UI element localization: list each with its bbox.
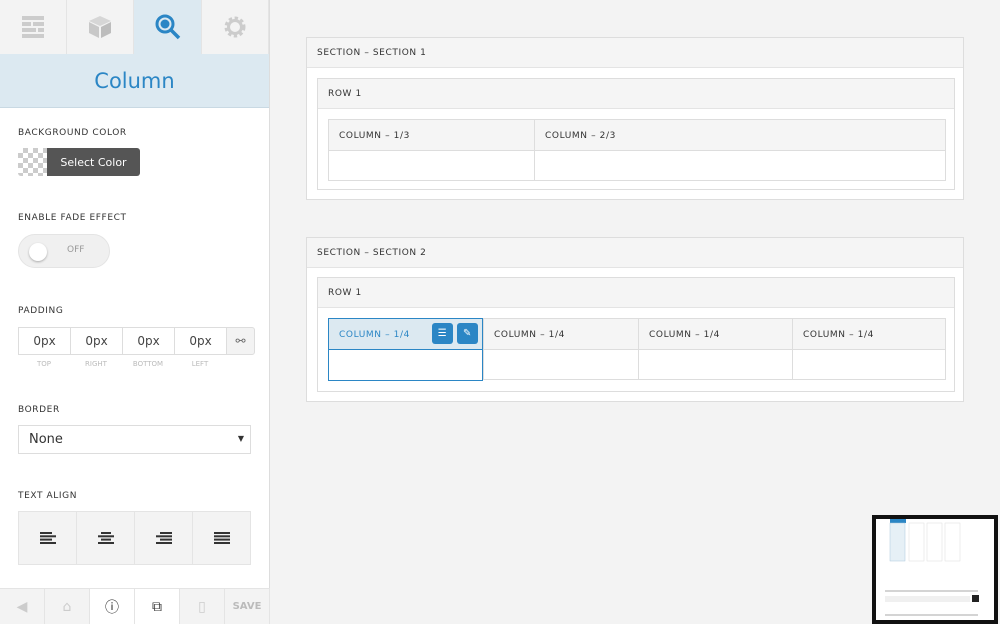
gear-icon (224, 16, 246, 38)
padding-label: PADDING (18, 306, 64, 316)
select-color-button[interactable]: Select Color (18, 148, 140, 176)
bottom-toolbar: ◀ ⌂ ⓘ ⧉ ▯ SAVE (0, 588, 270, 624)
sidebar: Column BACKGROUND COLOR Select Color ENA… (0, 0, 270, 624)
text-align-label: TEXT ALIGN (18, 491, 78, 501)
align-justify-button[interactable] (193, 512, 250, 564)
padding-bottom-label: BOTTOM (132, 360, 164, 368)
align-left-icon (39, 532, 56, 544)
toggle-state: OFF (67, 245, 85, 255)
columns: COLUMN – 1/3 COLUMN – 2/3 (328, 119, 946, 181)
section-title: SECTION – SECTION 2 (307, 238, 963, 268)
fade-effect-toggle[interactable]: OFF (18, 234, 110, 268)
column[interactable]: COLUMN – 1/4 (638, 318, 792, 380)
back-button[interactable]: ◀ (0, 589, 45, 624)
padding-right-label: RIGHT (85, 360, 107, 368)
frame-icon: ⧉ (152, 598, 162, 615)
row-title: ROW 1 (318, 79, 954, 109)
box-icon (89, 16, 111, 38)
info-icon: ⓘ (105, 599, 119, 616)
section-title: SECTION – SECTION 1 (307, 38, 963, 68)
column-selected[interactable]: COLUMN – 1/4 ☰ ✎ (328, 318, 483, 381)
sidebar-tabs (0, 0, 269, 54)
column-title: COLUMN – 1/4 ☰ ✎ (329, 319, 482, 350)
panel-title: Column (0, 54, 269, 108)
column-label: COLUMN – 1/4 (339, 330, 410, 340)
mobile-icon: ▯ (198, 598, 206, 615)
home-button[interactable]: ⌂ (45, 589, 90, 624)
search-icon (155, 14, 180, 40)
navigator-button[interactable]: ⧉ (135, 589, 180, 624)
info-button[interactable]: ⓘ (90, 589, 135, 624)
column-title: COLUMN – 1/4 (793, 319, 945, 350)
border-select[interactable]: None ▼ (18, 425, 251, 454)
column-title: COLUMN – 1/4 (484, 319, 638, 350)
background-color-label: BACKGROUND COLOR (18, 128, 127, 138)
column[interactable]: COLUMN – 1/4 (483, 318, 638, 380)
eraser-icon[interactable]: ✎ (457, 323, 478, 344)
padding-top-input[interactable]: 0px (18, 327, 70, 355)
align-right-icon (155, 532, 172, 544)
text-align-group (18, 511, 251, 565)
responsive-button[interactable]: ▯ (180, 589, 225, 624)
padding-top-label: TOP (36, 360, 51, 368)
transparent-swatch (18, 148, 47, 176)
column-title: COLUMN – 1/3 (329, 120, 534, 151)
align-left-button[interactable] (19, 512, 77, 564)
unlink-icon[interactable]: ⚯ (226, 327, 255, 355)
align-right-button[interactable] (135, 512, 193, 564)
padding-right-input[interactable]: 0px (70, 327, 122, 355)
caret-down-icon: ▼ (237, 434, 244, 443)
page-minimap[interactable] (872, 515, 998, 624)
column-title: COLUMN – 1/4 (639, 319, 792, 350)
border-label: BORDER (18, 405, 60, 415)
toggle-knob (29, 243, 47, 261)
padding-inputs: 0px 0px 0px 0px ⚯ (18, 327, 255, 355)
column-title: COLUMN – 2/3 (535, 120, 945, 151)
tab-layout[interactable] (0, 0, 67, 54)
padding-bottom-input[interactable]: 0px (122, 327, 174, 355)
minimap-preview (885, 519, 979, 616)
save-button[interactable]: SAVE (225, 589, 270, 624)
tab-inspector[interactable] (134, 0, 202, 54)
tab-settings[interactable] (202, 0, 269, 54)
column[interactable]: COLUMN – 1/4 (792, 318, 946, 380)
column[interactable]: COLUMN – 2/3 (534, 119, 946, 181)
align-center-icon (97, 532, 114, 544)
row[interactable]: ROW 1 COLUMN – 1/4 ☰ ✎ COLUMN – 1/4 COLUMN… (317, 277, 955, 392)
save-label: SAVE (232, 601, 262, 612)
align-center-button[interactable] (77, 512, 135, 564)
border-value: None (29, 432, 63, 447)
tab-modules[interactable] (67, 0, 134, 54)
section-2[interactable]: SECTION – SECTION 2 ROW 1 COLUMN – 1/4 ☰ ✎… (306, 237, 964, 402)
row[interactable]: ROW 1 COLUMN – 1/3 COLUMN – 2/3 (317, 78, 955, 190)
select-color-label: Select Color (47, 148, 140, 176)
align-justify-icon (213, 532, 230, 544)
back-icon: ◀ (16, 598, 28, 615)
column[interactable]: COLUMN – 1/3 (328, 119, 534, 181)
columns: COLUMN – 1/4 ☰ ✎ COLUMN – 1/4 COLUMN – 1/4… (328, 318, 946, 381)
padding-left-input[interactable]: 0px (174, 327, 226, 355)
home-icon: ⌂ (62, 598, 72, 615)
fade-effect-label: ENABLE FADE EFFECT (18, 213, 127, 223)
settings-icon[interactable]: ☰ (432, 323, 453, 344)
layout-icon (22, 16, 44, 38)
section-1[interactable]: SECTION – SECTION 1 ROW 1 COLUMN – 1/3 C… (306, 37, 964, 200)
padding-left-label: LEFT (191, 360, 209, 368)
row-title: ROW 1 (318, 278, 954, 308)
